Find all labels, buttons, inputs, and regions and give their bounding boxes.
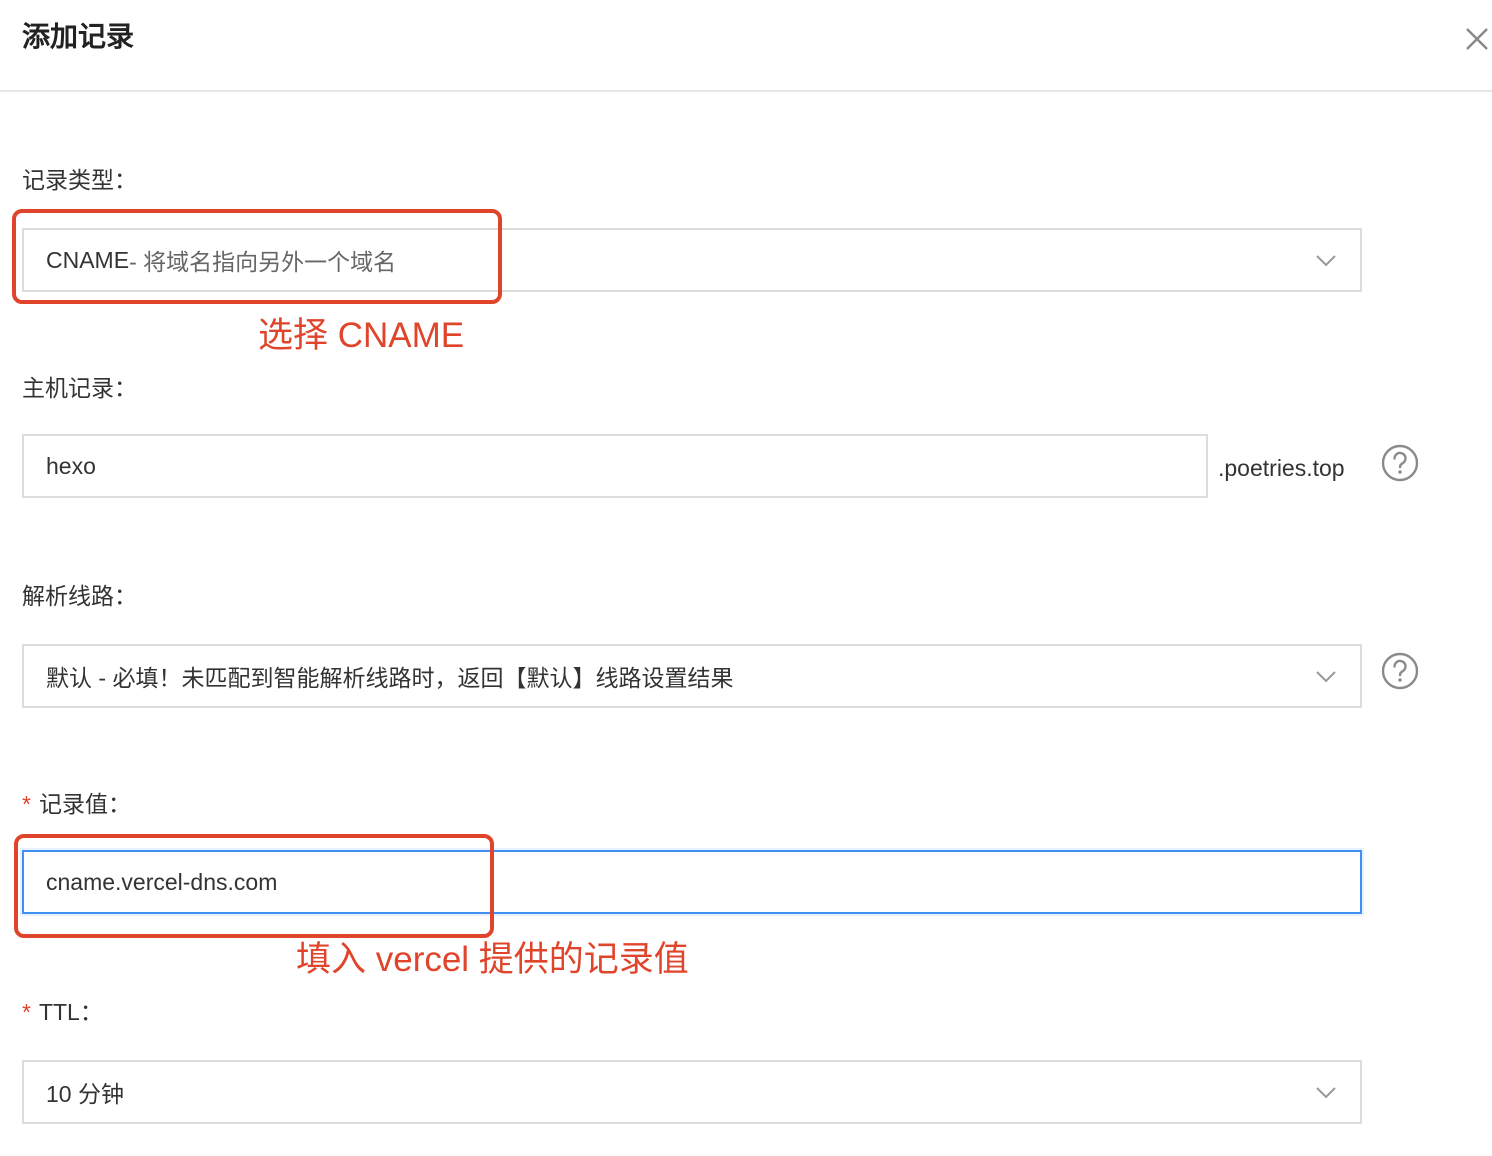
record-value-label: 记录值： bbox=[38, 791, 131, 817]
host-input-value: hexo bbox=[46, 452, 96, 479]
record-type-value: CNAME bbox=[46, 246, 130, 273]
record-type-label: 记录类型： bbox=[22, 167, 137, 193]
header-divider bbox=[0, 90, 1492, 92]
chevron-down-icon bbox=[1316, 1087, 1336, 1099]
close-icon bbox=[1466, 28, 1488, 50]
ttl-select-value: 10 分钟 bbox=[46, 1081, 124, 1107]
domain-suffix: .poetries.top bbox=[1218, 455, 1345, 481]
record-type-select[interactable]: CNAME - 将域名指向另外一个域名 bbox=[22, 228, 1362, 292]
annotation-select-cname: 选择 CNAME bbox=[258, 316, 465, 355]
required-mark: * bbox=[22, 791, 31, 817]
host-label: 主机记录： bbox=[22, 375, 137, 401]
record-value-input[interactable]: cname.vercel-dns.com bbox=[22, 850, 1362, 914]
ttl-label-row: * TTL： bbox=[22, 996, 103, 1028]
question-circle-icon bbox=[1381, 444, 1419, 482]
host-help-button[interactable] bbox=[1380, 443, 1420, 483]
annotation-fill-value: 填入 vercel 提供的记录值 bbox=[296, 940, 689, 979]
question-circle-icon bbox=[1381, 652, 1419, 690]
required-mark: * bbox=[22, 999, 31, 1025]
host-input[interactable]: hexo bbox=[22, 434, 1208, 498]
dialog-title: 添加记录 bbox=[22, 21, 135, 52]
ttl-label: TTL： bbox=[38, 999, 103, 1025]
ttl-select[interactable]: 10 分钟 bbox=[22, 1060, 1362, 1124]
line-select[interactable]: 默认 - 必填！未匹配到智能解析线路时，返回【默认】线路设置结果 bbox=[22, 644, 1362, 708]
chevron-down-icon bbox=[1316, 671, 1336, 683]
line-help-button[interactable] bbox=[1380, 651, 1420, 691]
chevron-down-icon bbox=[1316, 255, 1336, 267]
line-label: 解析线路： bbox=[22, 583, 137, 609]
record-value-input-value: cname.vercel-dns.com bbox=[46, 868, 278, 895]
record-value-label-row: * 记录值： bbox=[22, 788, 131, 820]
record-type-description: - 将域名指向另外一个域名 bbox=[129, 249, 397, 275]
line-select-value: 默认 - 必填！未匹配到智能解析线路时，返回【默认】线路设置结果 bbox=[46, 665, 734, 691]
close-button[interactable] bbox=[1458, 20, 1492, 60]
